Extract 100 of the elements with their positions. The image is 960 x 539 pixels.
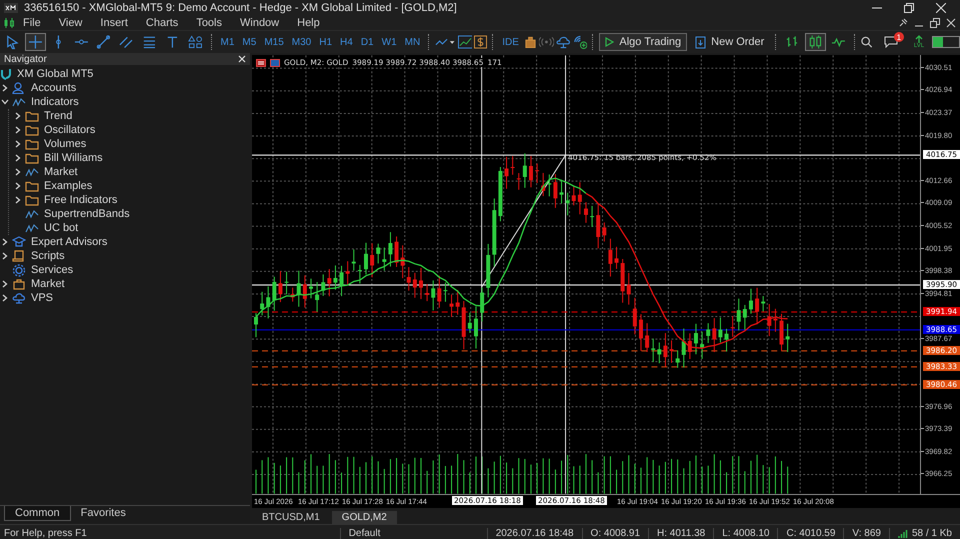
restore-icon[interactable] bbox=[904, 3, 914, 13]
navigator-item[interactable]: Free Indicators bbox=[25, 194, 118, 206]
navigator-item[interactable]: Volumes bbox=[25, 138, 86, 150]
trade-panel-icon[interactable] bbox=[270, 58, 280, 66]
candlestick bbox=[742, 304, 747, 330]
search-icon[interactable] bbox=[860, 36, 872, 48]
chart-type-button[interactable] bbox=[805, 33, 826, 51]
navigator-root-item[interactable]: XM Global MT5 bbox=[0, 68, 94, 80]
shopping-bag-icon[interactable] bbox=[524, 35, 537, 49]
candlestick bbox=[724, 328, 729, 352]
candlestick bbox=[590, 205, 594, 228]
navigator-item[interactable]: Market bbox=[12, 278, 65, 290]
candlestick bbox=[682, 328, 686, 368]
play-icon bbox=[605, 37, 614, 47]
cloud-icon bbox=[12, 292, 26, 304]
candlestick bbox=[730, 316, 735, 338]
candlestick bbox=[474, 306, 478, 350]
dollar-box-icon[interactable] bbox=[474, 35, 488, 49]
close-icon[interactable] bbox=[238, 55, 246, 63]
navigator-item[interactable]: Oscillators bbox=[25, 124, 96, 136]
timeframe-button[interactable]: W1 bbox=[378, 36, 400, 48]
candlestick bbox=[676, 350, 680, 368]
candlestick bbox=[376, 243, 380, 264]
candlestick bbox=[632, 297, 637, 335]
close-icon[interactable] bbox=[936, 3, 946, 13]
navigator-tab[interactable]: Favorites bbox=[70, 506, 136, 520]
candlestick bbox=[651, 338, 656, 363]
close-icon[interactable] bbox=[946, 18, 956, 28]
candlestick bbox=[510, 156, 515, 176]
navigator-item[interactable]: Indicators bbox=[12, 96, 79, 108]
candlestick bbox=[480, 287, 484, 322]
candlestick bbox=[290, 287, 295, 302]
navigator-item[interactable]: Services bbox=[12, 264, 74, 276]
candlestick bbox=[578, 182, 582, 215]
timeframe-button[interactable]: H1 bbox=[316, 36, 336, 48]
candlestick bbox=[296, 270, 301, 308]
candles-icon bbox=[4, 18, 14, 28]
folder-icon bbox=[25, 194, 39, 206]
candlestick bbox=[260, 291, 264, 316]
window-title: 336516150 - XMGlobal-MT5 9: Demo Account - Hedge - XM Global Limited - [GOLD,M2] bbox=[24, 2, 457, 14]
candlestick bbox=[443, 282, 448, 302]
navigator-item[interactable]: VPS bbox=[12, 292, 54, 304]
ide-button[interactable]: IDE bbox=[499, 36, 522, 48]
drawing-tool-button[interactable] bbox=[24, 33, 46, 51]
upload-arrow-icon[interactable] bbox=[914, 35, 924, 43]
candlestick bbox=[498, 166, 502, 222]
navigator-item[interactable]: Bill Williams bbox=[25, 152, 103, 164]
algo-trading-button[interactable]: Algo Trading bbox=[599, 33, 688, 51]
navigator-tab[interactable]: Common bbox=[4, 506, 71, 521]
menu-item[interactable]: Tools bbox=[187, 17, 231, 29]
navigator-item[interactable]: Trend bbox=[25, 110, 72, 122]
restore-icon[interactable] bbox=[930, 18, 940, 28]
indicator-icon bbox=[25, 208, 39, 220]
menu-item[interactable]: View bbox=[50, 17, 92, 29]
candlestick bbox=[315, 282, 320, 312]
navigator-item[interactable]: SupertrendBands bbox=[25, 208, 130, 220]
cloud-icon[interactable] bbox=[556, 35, 571, 49]
chart-template-icon[interactable] bbox=[458, 35, 472, 49]
navigator-item[interactable]: Accounts bbox=[12, 82, 76, 94]
candlestick bbox=[309, 278, 313, 299]
candlestick bbox=[547, 174, 552, 197]
channel-icon bbox=[119, 34, 134, 50]
timeframe-button[interactable]: H4 bbox=[337, 36, 356, 48]
low-price: L: 4008.10 bbox=[713, 528, 778, 538]
pin-icon[interactable] bbox=[898, 18, 908, 28]
chat-icon[interactable] bbox=[884, 36, 898, 48]
candlestick bbox=[284, 271, 289, 295]
radar-add-icon[interactable] bbox=[572, 34, 588, 50]
chart-tab[interactable]: BTCUSD,M1 bbox=[252, 511, 330, 524]
menu-item[interactable]: File bbox=[14, 17, 50, 29]
candlestick bbox=[755, 287, 760, 325]
candlestick bbox=[358, 264, 362, 284]
indicator-icon bbox=[25, 166, 39, 178]
candlestick bbox=[504, 156, 509, 190]
menu-item[interactable]: Window bbox=[231, 17, 288, 29]
close-price: C: 4010.59 bbox=[777, 528, 844, 538]
chart-tab[interactable]: GOLD,M2 bbox=[332, 511, 397, 524]
scroll-icon bbox=[12, 250, 26, 262]
candlestick bbox=[767, 304, 772, 337]
navigator-item[interactable]: Market bbox=[25, 166, 78, 178]
timeframe-button[interactable]: M15 bbox=[261, 36, 287, 48]
navigator-item[interactable]: Expert Advisors bbox=[12, 236, 108, 248]
folder-icon bbox=[25, 110, 39, 122]
candlestick bbox=[352, 248, 356, 272]
menu-item[interactable]: Help bbox=[288, 17, 329, 29]
menu-item[interactable]: Charts bbox=[136, 17, 188, 29]
timeframe-button[interactable]: M5 bbox=[239, 36, 260, 48]
navigator-item[interactable]: UC bot bbox=[25, 222, 78, 234]
folder-icon bbox=[25, 152, 39, 164]
new-order-button[interactable]: New Order bbox=[689, 33, 770, 51]
timeframe-button[interactable]: MN bbox=[402, 36, 424, 48]
navigator-item[interactable]: Examples bbox=[25, 180, 92, 192]
menu-item[interactable]: Insert bbox=[91, 17, 137, 29]
timeframe-button[interactable]: M1 bbox=[218, 36, 238, 48]
app-logo-icon bbox=[4, 3, 18, 13]
timeframe-button[interactable]: D1 bbox=[358, 36, 377, 48]
navigator-item[interactable]: Scripts bbox=[12, 250, 65, 262]
signal-icon[interactable] bbox=[538, 36, 554, 48]
timeframe-button[interactable]: M30 bbox=[288, 36, 314, 48]
chart-menu-icon[interactable] bbox=[256, 58, 266, 66]
